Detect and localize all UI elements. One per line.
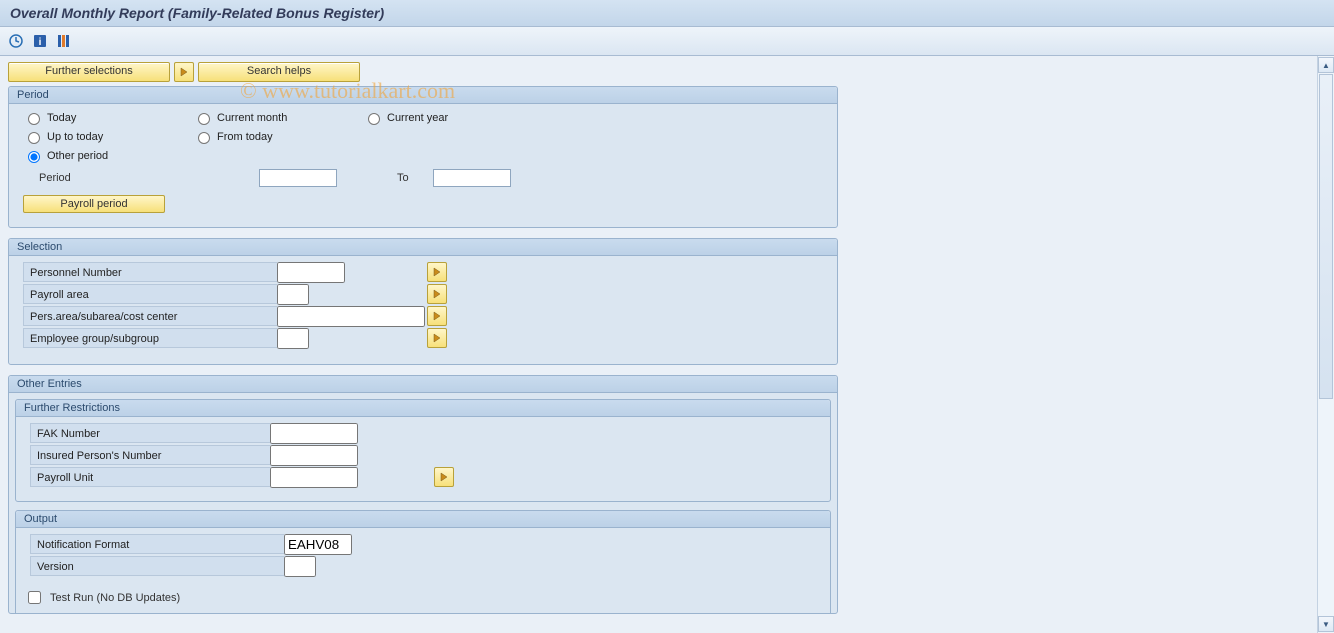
radio-current-month-label: Current month bbox=[217, 112, 287, 124]
content-body: Further selections Search helps Period T… bbox=[0, 56, 1334, 633]
radio-today-label: Today bbox=[47, 112, 76, 124]
multiple-selection-icon[interactable] bbox=[427, 284, 447, 304]
multiple-selection-icon[interactable] bbox=[427, 262, 447, 282]
period-field-label: Period bbox=[23, 172, 259, 184]
field-input[interactable] bbox=[277, 284, 309, 305]
field-input[interactable] bbox=[277, 262, 345, 283]
selection-legend: Selection bbox=[9, 239, 837, 256]
payroll-period-button[interactable]: Payroll period bbox=[23, 195, 165, 213]
field-input[interactable] bbox=[284, 534, 352, 555]
test-run-checkbox[interactable] bbox=[28, 591, 41, 604]
multiple-selection-icon[interactable] bbox=[427, 328, 447, 348]
period-to-label: To bbox=[397, 172, 433, 184]
vertical-scrollbar[interactable]: ▲ ▼ bbox=[1317, 56, 1334, 633]
variant-icon[interactable] bbox=[56, 33, 72, 49]
field-label: Personnel Number bbox=[23, 262, 277, 282]
field-label: Version bbox=[30, 556, 284, 576]
field-label: FAK Number bbox=[30, 423, 270, 443]
radio-other-period-input[interactable] bbox=[28, 151, 40, 163]
field-label: Insured Person's Number bbox=[30, 445, 270, 465]
further-restrictions-group: Further Restrictions FAK NumberInsured P… bbox=[15, 399, 831, 502]
field-input[interactable] bbox=[270, 467, 358, 488]
further-selections-button[interactable]: Further selections bbox=[8, 62, 170, 82]
multiple-selection-icon[interactable] bbox=[434, 467, 454, 487]
radio-up-to-today-input[interactable] bbox=[28, 132, 40, 144]
field-input[interactable] bbox=[284, 556, 316, 577]
radio-current-year-label: Current year bbox=[387, 112, 448, 124]
period-from-input[interactable] bbox=[259, 169, 337, 187]
selection-buttons-row: Further selections Search helps bbox=[8, 62, 1326, 82]
radio-current-year[interactable]: Current year bbox=[363, 110, 533, 125]
other-entries-group: Other Entries Further Restrictions FAK N… bbox=[8, 375, 838, 614]
output-legend: Output bbox=[16, 511, 830, 528]
radio-today[interactable]: Today bbox=[23, 110, 193, 125]
radio-other-period-label: Other period bbox=[47, 150, 108, 162]
output-group: Output Notification FormatVersion Test R… bbox=[15, 510, 831, 613]
further-selections-expand-icon[interactable] bbox=[174, 62, 194, 82]
test-run-label: Test Run (No DB Updates) bbox=[50, 592, 180, 604]
field-input[interactable] bbox=[270, 423, 358, 444]
field-label: Employee group/subgroup bbox=[23, 328, 277, 348]
field-input[interactable] bbox=[277, 328, 309, 349]
radio-from-today-label: From today bbox=[217, 131, 273, 143]
radio-other-period[interactable]: Other period bbox=[23, 148, 193, 163]
radio-current-month-input[interactable] bbox=[198, 113, 210, 125]
svg-text:i: i bbox=[39, 37, 42, 48]
period-legend: Period bbox=[9, 87, 837, 104]
info-icon[interactable]: i bbox=[32, 33, 48, 49]
radio-today-input[interactable] bbox=[28, 113, 40, 125]
selection-group: Selection Personnel NumberPayroll areaPe… bbox=[8, 238, 838, 365]
radio-current-month[interactable]: Current month bbox=[193, 110, 363, 125]
field-label: Notification Format bbox=[30, 534, 284, 554]
radio-current-year-input[interactable] bbox=[368, 113, 380, 125]
field-label: Payroll area bbox=[23, 284, 277, 304]
field-label: Payroll Unit bbox=[30, 467, 270, 487]
field-input[interactable] bbox=[270, 445, 358, 466]
scroll-down-icon[interactable]: ▼ bbox=[1318, 616, 1334, 632]
multiple-selection-icon[interactable] bbox=[427, 306, 447, 326]
field-input[interactable] bbox=[277, 306, 425, 327]
further-restrictions-legend: Further Restrictions bbox=[16, 400, 830, 417]
radio-from-today-input[interactable] bbox=[198, 132, 210, 144]
radio-from-today[interactable]: From today bbox=[193, 129, 363, 144]
field-label: Pers.area/subarea/cost center bbox=[23, 306, 277, 326]
scrollbar-thumb[interactable] bbox=[1319, 74, 1333, 399]
other-entries-legend: Other Entries bbox=[9, 376, 837, 393]
period-to-input[interactable] bbox=[433, 169, 511, 187]
period-group: Period Today Current month Current year bbox=[8, 86, 838, 228]
radio-up-to-today[interactable]: Up to today bbox=[23, 129, 193, 144]
search-helps-button[interactable]: Search helps bbox=[198, 62, 360, 82]
page-title: Overall Monthly Report (Family-Related B… bbox=[0, 0, 1334, 27]
scroll-up-icon[interactable]: ▲ bbox=[1318, 57, 1334, 73]
execute-icon[interactable] bbox=[8, 33, 24, 49]
app-toolbar: i bbox=[0, 27, 1334, 56]
radio-up-to-today-label: Up to today bbox=[47, 131, 103, 143]
